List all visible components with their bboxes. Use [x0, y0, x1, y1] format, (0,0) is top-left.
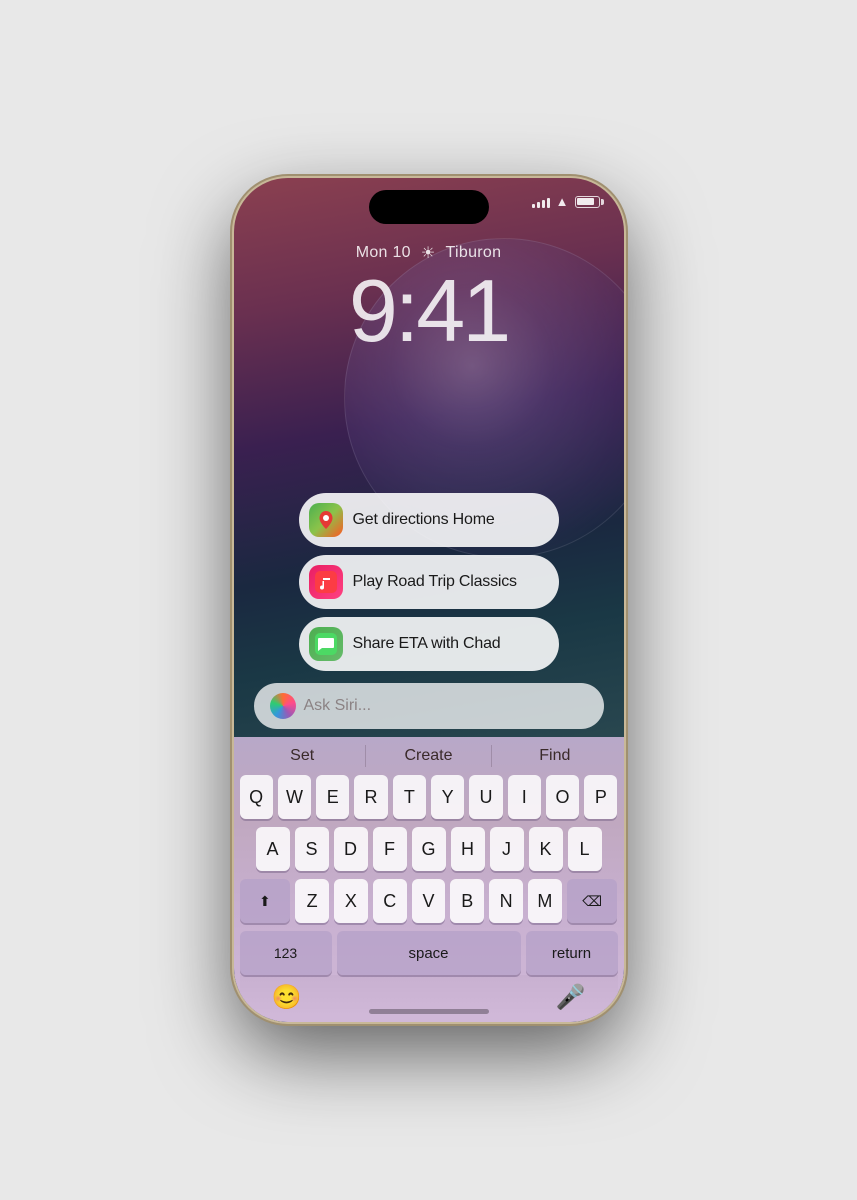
time-display: 9:41	[349, 267, 508, 355]
key-r[interactable]: R	[354, 775, 387, 819]
key-q[interactable]: Q	[240, 775, 273, 819]
suggestion-find[interactable]: Find	[492, 745, 617, 767]
siri-logo	[270, 693, 296, 719]
key-t[interactable]: T	[393, 775, 426, 819]
signal-icon	[532, 196, 550, 208]
keyboard-row-1: Q W E R T Y U I O P	[240, 775, 618, 819]
status-right: ▲	[532, 194, 600, 209]
wifi-icon: ▲	[556, 194, 569, 209]
key-l[interactable]: L	[568, 827, 602, 871]
keyboard-row-4: 123 space return	[240, 931, 618, 975]
suggestion-pills: Get directions Home Play Road Trip Class…	[234, 493, 624, 671]
keyboard-row-2: A S D F G H J K L	[240, 827, 618, 871]
mic-button[interactable]: 🎤	[556, 983, 586, 1012]
suggestion-messages[interactable]: Share ETA with Chad	[299, 617, 559, 671]
key-b[interactable]: B	[450, 879, 484, 923]
key-g[interactable]: G	[412, 827, 446, 871]
siri-panel: Get directions Home Play Road Trip Class…	[234, 493, 624, 1022]
date-weather-bar: Mon 10 ☀ Tiburon	[356, 243, 502, 263]
phone-device: ▲ Mon 10 ☀ Tiburon 9:41	[234, 178, 624, 1022]
date-text: Mon 10	[356, 244, 411, 262]
battery-icon	[575, 196, 600, 208]
key-f[interactable]: F	[373, 827, 407, 871]
key-x[interactable]: X	[334, 879, 368, 923]
key-c[interactable]: C	[373, 879, 407, 923]
maps-icon	[309, 503, 343, 537]
key-o[interactable]: O	[546, 775, 579, 819]
key-h[interactable]: H	[451, 827, 485, 871]
keyboard: Set Create Find Q W E R T Y U I	[234, 737, 624, 1022]
key-u[interactable]: U	[469, 775, 502, 819]
space-key[interactable]: space	[337, 931, 521, 975]
signal-bar-2	[537, 202, 540, 208]
key-d[interactable]: D	[334, 827, 368, 871]
music-icon	[309, 565, 343, 599]
phone-screen: ▲ Mon 10 ☀ Tiburon 9:41	[234, 178, 624, 1022]
key-k[interactable]: K	[529, 827, 563, 871]
suggestion-set[interactable]: Set	[240, 745, 366, 767]
key-i[interactable]: I	[508, 775, 541, 819]
key-z[interactable]: Z	[295, 879, 329, 923]
dynamic-island	[369, 190, 489, 224]
home-indicator	[369, 1009, 489, 1014]
suggestion-create[interactable]: Create	[366, 745, 492, 767]
key-n[interactable]: N	[489, 879, 523, 923]
shift-key[interactable]: ⬆	[240, 879, 291, 923]
battery-fill	[577, 198, 594, 205]
keyboard-row-3: ⬆ Z X C V B N M ⌫	[240, 879, 618, 923]
key-w[interactable]: W	[278, 775, 311, 819]
siri-search-bar[interactable]: Ask Siri...	[254, 683, 604, 729]
key-a[interactable]: A	[256, 827, 290, 871]
signal-bar-3	[542, 200, 545, 208]
suggestion-directions[interactable]: Get directions Home	[299, 493, 559, 547]
key-s[interactable]: S	[295, 827, 329, 871]
messages-icon	[309, 627, 343, 661]
music-text: Play Road Trip Classics	[353, 573, 517, 591]
num-key[interactable]: 123	[240, 931, 332, 975]
return-key[interactable]: return	[526, 931, 618, 975]
signal-bar-4	[547, 198, 550, 208]
weather-icon: ☀	[421, 243, 436, 263]
key-v[interactable]: V	[412, 879, 446, 923]
key-y[interactable]: Y	[431, 775, 464, 819]
backspace-key[interactable]: ⌫	[567, 879, 618, 923]
emoji-button[interactable]: 😊	[272, 983, 302, 1012]
siri-placeholder: Ask Siri...	[304, 697, 588, 715]
lockscreen-content: Mon 10 ☀ Tiburon 9:41	[234, 243, 624, 375]
messages-text: Share ETA with Chad	[353, 635, 501, 653]
directions-text: Get directions Home	[353, 511, 495, 529]
suggestion-music[interactable]: Play Road Trip Classics	[299, 555, 559, 609]
location-text: Tiburon	[446, 244, 502, 262]
key-m[interactable]: M	[528, 879, 562, 923]
keyboard-rows: Q W E R T Y U I O P A S	[240, 775, 618, 975]
key-p[interactable]: P	[584, 775, 617, 819]
keyboard-suggestions: Set Create Find	[240, 745, 618, 767]
key-e[interactable]: E	[316, 775, 349, 819]
key-j[interactable]: J	[490, 827, 524, 871]
signal-bar-1	[532, 204, 535, 208]
